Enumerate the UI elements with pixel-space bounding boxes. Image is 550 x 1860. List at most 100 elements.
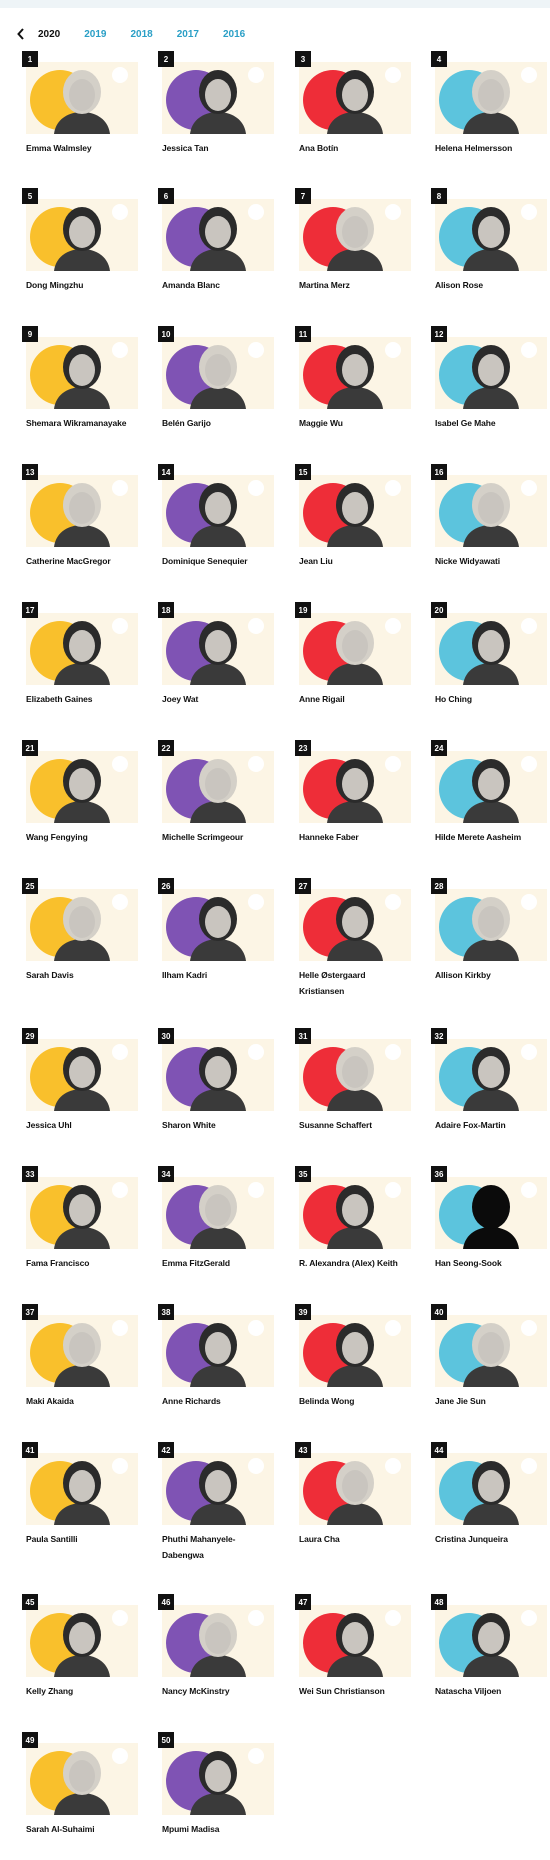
person-name[interactable]: Ilham Kadri <box>162 967 274 983</box>
portrait-thumbnail[interactable] <box>26 1039 138 1111</box>
ranking-card[interactable]: 48 Natascha Viljoen <box>431 1594 547 1699</box>
ranking-card[interactable]: 10 Belén Garijo <box>158 326 274 431</box>
ranking-card[interactable]: 17 Elizabeth Gaines <box>22 602 138 707</box>
portrait-thumbnail[interactable] <box>26 337 138 409</box>
person-name[interactable]: Belinda Wong <box>299 1393 411 1409</box>
portrait-thumbnail[interactable] <box>162 1315 274 1387</box>
ranking-card[interactable]: 9 Shemara Wikramanayake <box>22 326 138 431</box>
person-name[interactable]: Natascha Viljoen <box>435 1683 547 1699</box>
portrait-thumbnail[interactable] <box>435 337 547 409</box>
person-name[interactable]: Helle Østergaard Kristiansen <box>299 967 411 999</box>
ranking-card[interactable]: 20 Ho Ching <box>431 602 547 707</box>
portrait-thumbnail[interactable] <box>435 751 547 823</box>
ranking-card[interactable]: 29 Jessica Uhl <box>22 1028 138 1133</box>
person-name[interactable]: Nancy McKinstry <box>162 1683 274 1699</box>
portrait-thumbnail[interactable] <box>26 62 138 134</box>
portrait-thumbnail[interactable] <box>162 475 274 547</box>
ranking-card[interactable]: 31 Susanne Schaffert <box>295 1028 411 1133</box>
portrait-thumbnail[interactable] <box>435 62 547 134</box>
ranking-card[interactable]: 2 Jessica Tan <box>158 51 274 156</box>
ranking-card[interactable]: 12 Isabel Ge Mahe <box>431 326 547 431</box>
portrait-thumbnail[interactable] <box>299 1039 411 1111</box>
ranking-card[interactable]: 27 Helle Østergaard Kristiansen <box>295 878 411 999</box>
portrait-thumbnail[interactable] <box>162 337 274 409</box>
ranking-card[interactable]: 11 Maggie Wu <box>295 326 411 431</box>
person-name[interactable]: Isabel Ge Mahe <box>435 415 547 431</box>
portrait-thumbnail[interactable] <box>435 475 547 547</box>
ranking-card[interactable]: 25 Sarah Davis <box>22 878 138 983</box>
ranking-card[interactable]: 19 Anne Rigail <box>295 602 411 707</box>
portrait-thumbnail[interactable] <box>26 199 138 271</box>
portrait-thumbnail[interactable] <box>26 1605 138 1677</box>
ranking-card[interactable]: 47 Wei Sun Christianson <box>295 1594 411 1699</box>
ranking-card[interactable]: 40 Jane Jie Sun <box>431 1304 547 1409</box>
portrait-thumbnail[interactable] <box>162 1039 274 1111</box>
person-name[interactable]: Susanne Schaffert <box>299 1117 411 1133</box>
portrait-thumbnail[interactable] <box>299 613 411 685</box>
person-name[interactable]: Phuthi Mahanyele-Dabengwa <box>162 1531 274 1563</box>
ranking-card[interactable]: 39 Belinda Wong <box>295 1304 411 1409</box>
portrait-thumbnail[interactable] <box>26 613 138 685</box>
person-name[interactable]: Elizabeth Gaines <box>26 691 138 707</box>
ranking-card[interactable]: 43 Laura Cha <box>295 1442 411 1547</box>
person-name[interactable]: Allison Kirkby <box>435 967 547 983</box>
ranking-card[interactable]: 1 Emma Walmsley <box>22 51 138 156</box>
person-name[interactable]: Wang Fengying <box>26 829 138 845</box>
portrait-thumbnail[interactable] <box>435 1315 547 1387</box>
person-name[interactable]: Han Seong-Sook <box>435 1255 547 1271</box>
portrait-thumbnail[interactable] <box>162 1605 274 1677</box>
person-name[interactable]: Adaire Fox-Martin <box>435 1117 547 1133</box>
ranking-card[interactable]: 21 Wang Fengying <box>22 740 138 845</box>
person-name[interactable]: Hanneke Faber <box>299 829 411 845</box>
ranking-card[interactable]: 18 Joey Wat <box>158 602 274 707</box>
ranking-card[interactable]: 32 Adaire Fox-Martin <box>431 1028 547 1133</box>
ranking-card[interactable]: 30 Sharon White <box>158 1028 274 1133</box>
portrait-thumbnail[interactable] <box>26 1315 138 1387</box>
ranking-card[interactable]: 44 Cristina Junqueira <box>431 1442 547 1547</box>
person-name[interactable]: Ana Botín <box>299 140 411 156</box>
person-name[interactable]: Sharon White <box>162 1117 274 1133</box>
ranking-card[interactable]: 16 Nicke Widyawati <box>431 464 547 569</box>
portrait-thumbnail[interactable] <box>299 1605 411 1677</box>
person-name[interactable]: Cristina Junqueira <box>435 1531 547 1547</box>
person-name[interactable]: Dominique Senequier <box>162 553 274 569</box>
portrait-thumbnail[interactable] <box>26 889 138 961</box>
ranking-card[interactable]: 38 Anne Richards <box>158 1304 274 1409</box>
person-name[interactable]: Ho Ching <box>435 691 547 707</box>
portrait-thumbnail[interactable] <box>26 1177 138 1249</box>
person-name[interactable]: Anne Rigail <box>299 691 411 707</box>
portrait-thumbnail[interactable] <box>162 889 274 961</box>
person-name[interactable]: R. Alexandra (Alex) Keith <box>299 1255 411 1271</box>
person-name[interactable]: Dong Mingzhu <box>26 277 138 293</box>
person-name[interactable]: Laura Cha <box>299 1531 411 1547</box>
ranking-card[interactable]: 23 Hanneke Faber <box>295 740 411 845</box>
portrait-thumbnail[interactable] <box>435 613 547 685</box>
portrait-thumbnail[interactable] <box>162 613 274 685</box>
portrait-thumbnail[interactable] <box>299 475 411 547</box>
person-name[interactable]: Maggie Wu <box>299 415 411 431</box>
ranking-card[interactable]: 50 Mpumi Madisa <box>158 1732 274 1837</box>
person-name[interactable]: Kelly Zhang <box>26 1683 138 1699</box>
person-name[interactable]: Catherine MacGregor <box>26 553 138 569</box>
ranking-card[interactable]: 35 R. Alexandra (Alex) Keith <box>295 1166 411 1271</box>
ranking-card[interactable]: 3 Ana Botín <box>295 51 411 156</box>
person-name[interactable]: Paula Santilli <box>26 1531 138 1547</box>
portrait-thumbnail[interactable] <box>435 1039 547 1111</box>
ranking-card[interactable]: 24 Hilde Merete Aasheim <box>431 740 547 845</box>
ranking-card[interactable]: 6 Amanda Blanc <box>158 188 274 293</box>
person-name[interactable]: Emma Walmsley <box>26 140 138 156</box>
person-name[interactable]: Jessica Uhl <box>26 1117 138 1133</box>
ranking-card[interactable]: 7 Martina Merz <box>295 188 411 293</box>
ranking-card[interactable]: 28 Allison Kirkby <box>431 878 547 983</box>
person-name[interactable]: Nicke Widyawati <box>435 553 547 569</box>
person-name[interactable]: Alison Rose <box>435 277 547 293</box>
portrait-thumbnail[interactable] <box>162 1177 274 1249</box>
portrait-thumbnail[interactable] <box>162 62 274 134</box>
portrait-thumbnail[interactable] <box>299 1315 411 1387</box>
ranking-card[interactable]: 36 Han Seong-Sook <box>431 1166 547 1271</box>
portrait-thumbnail[interactable] <box>162 1743 274 1815</box>
ranking-card[interactable]: 33 Fama Francisco <box>22 1166 138 1271</box>
person-name[interactable]: Wei Sun Christianson <box>299 1683 411 1699</box>
portrait-thumbnail[interactable] <box>26 475 138 547</box>
portrait-thumbnail[interactable] <box>435 1453 547 1525</box>
